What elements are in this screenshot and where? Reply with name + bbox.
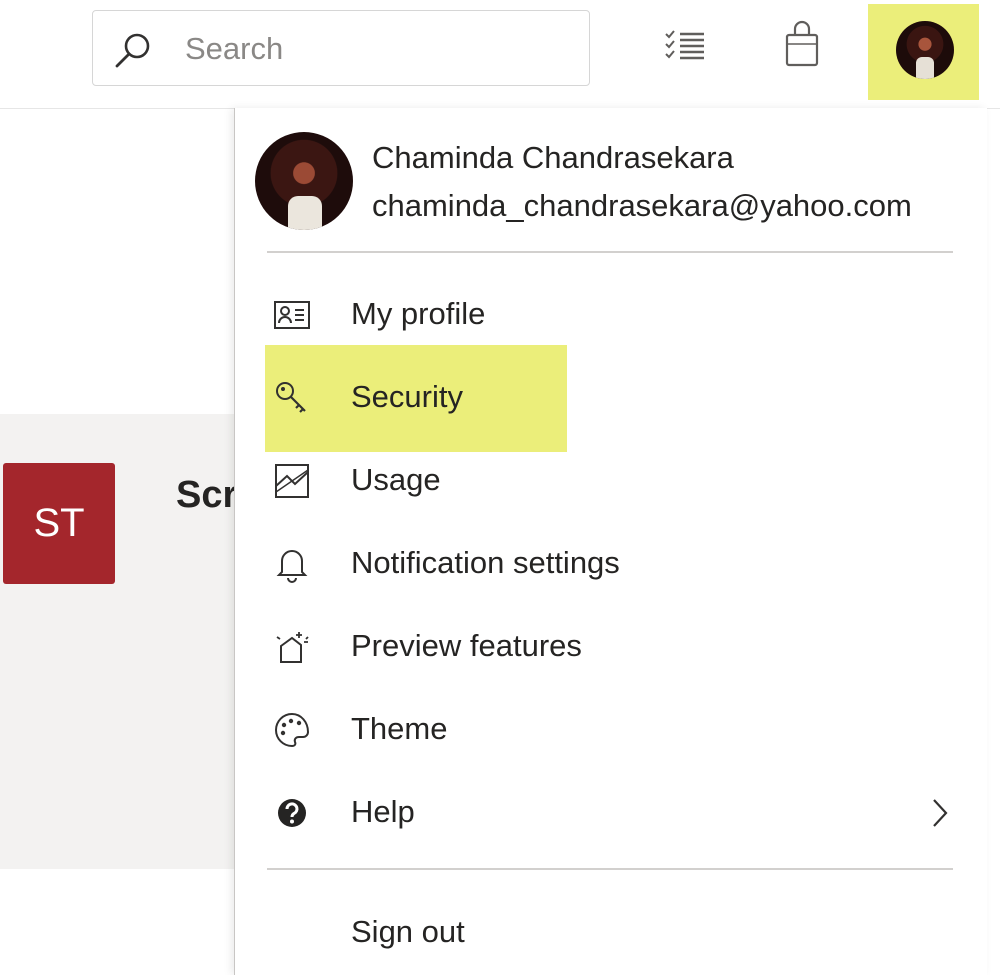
menu-item-usage[interactable]: Usage (265, 446, 955, 516)
menu-item-theme[interactable]: Theme (265, 695, 955, 765)
menu-item-label: Notification settings (351, 545, 620, 580)
shopping-bag-icon[interactable] (776, 20, 828, 72)
site-initials: ST (33, 501, 85, 545)
contact-card-icon (274, 301, 310, 329)
account-menu: Chaminda Chandrasekara chaminda_chandras… (234, 108, 987, 975)
menu-item-notification-settings[interactable]: Notification settings (265, 529, 955, 599)
menu-item-label: My profile (351, 296, 486, 331)
menu-item-preview-features[interactable]: Preview features (265, 612, 955, 682)
site-title: Scr (176, 474, 234, 516)
search-box[interactable] (92, 10, 590, 86)
profile-avatar (255, 132, 353, 230)
search-icon (115, 33, 150, 68)
usage-icon (275, 464, 309, 498)
tasks-icon[interactable] (662, 20, 714, 72)
search-input[interactable] (183, 25, 577, 73)
help-icon (278, 799, 306, 827)
menu-item-help[interactable]: Help (265, 778, 955, 848)
bell-icon (276, 550, 308, 583)
menu-item-label: Usage (351, 462, 441, 497)
sign-out-button[interactable]: Sign out (265, 898, 955, 968)
account-avatar-button[interactable] (868, 4, 979, 100)
menu-item-label: Security (351, 379, 463, 414)
sign-out-label: Sign out (351, 914, 465, 949)
palette-icon (275, 712, 310, 748)
preview-features-icon (276, 632, 309, 663)
site-logo-tile[interactable]: ST (3, 463, 115, 584)
menu-item-label: Help (351, 794, 415, 829)
menu-item-security[interactable]: Security (265, 363, 955, 433)
chevron-right-icon (933, 799, 948, 827)
top-bar (0, 0, 1000, 109)
account-email: chaminda_chandrasekara@yahoo.com (372, 188, 912, 223)
divider (267, 868, 953, 870)
avatar (896, 21, 954, 79)
divider (267, 251, 953, 253)
menu-item-label: Preview features (351, 628, 582, 663)
account-name: Chaminda Chandrasekara (372, 140, 734, 175)
key-icon (276, 382, 306, 413)
menu-item-my-profile[interactable]: My profile (265, 280, 955, 350)
menu-item-label: Theme (351, 711, 448, 746)
